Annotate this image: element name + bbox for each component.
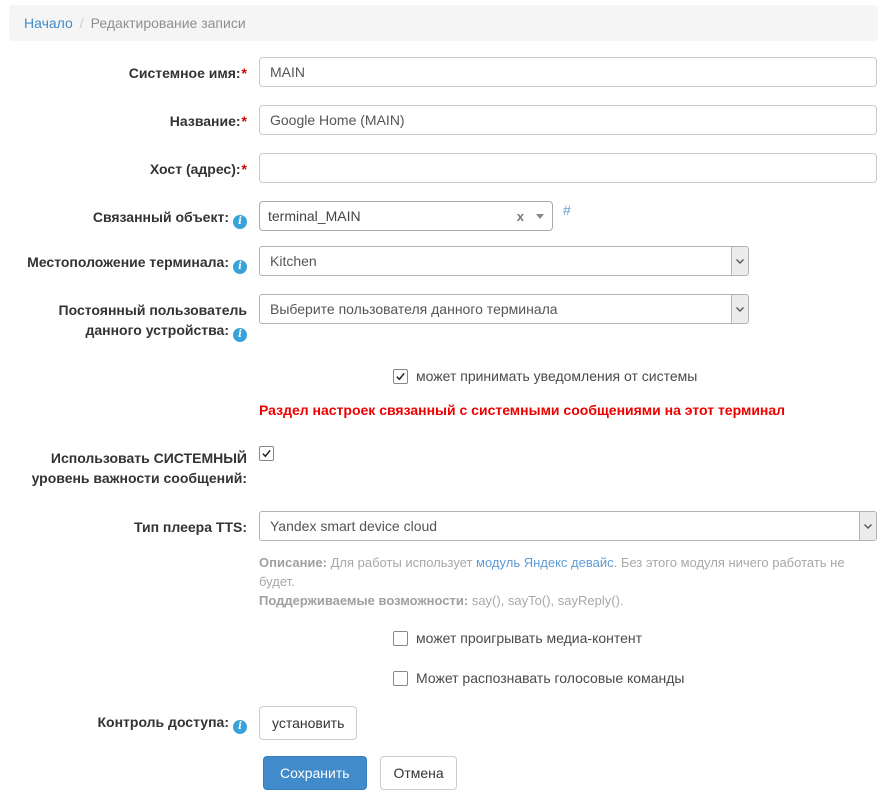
owner-select[interactable]: Выберите пользователя данного терминала [259, 294, 749, 324]
access-control-label: Контроль доступа:i [9, 706, 247, 734]
info-icon[interactable]: i [233, 215, 247, 229]
system-name-label: Системное имя:* [9, 57, 247, 83]
row-access-control: Контроль доступа:i установить [9, 706, 878, 740]
checkmark-icon [261, 448, 272, 459]
name-label: Название:* [9, 105, 247, 131]
row-actions: Сохранить Отмена [9, 756, 878, 790]
notifications-checkbox-label[interactable]: может принимать уведомления от системы [416, 368, 697, 384]
breadcrumb-separator: / [73, 15, 91, 31]
row-voice: Может распознавать голосовые команды [9, 670, 878, 686]
chevron-down-icon [731, 295, 748, 323]
owner-label: Постоянный пользователь данного устройст… [9, 294, 247, 342]
host-label: Хост (адрес):* [9, 153, 247, 179]
required-mark: * [242, 113, 247, 129]
row-host: Хост (адрес):* [9, 153, 878, 183]
chevron-down-icon [731, 247, 748, 275]
tts-player-value: Yandex smart device cloud [260, 512, 859, 540]
breadcrumb: Начало/Редактирование записи [9, 5, 878, 41]
save-button[interactable]: Сохранить [263, 756, 367, 790]
required-mark: * [242, 65, 247, 81]
row-system-level: Использовать СИСТЕМНЫЙ уровень важности … [9, 442, 878, 488]
breadcrumb-home-link[interactable]: Начало [24, 15, 73, 31]
row-tts-player: Тип плеера TTS: Yandex smart device clou… [9, 511, 878, 610]
edit-record-page: Начало/Редактирование записи Системное и… [0, 0, 887, 790]
breadcrumb-current: Редактирование записи [91, 15, 246, 31]
linked-object-select[interactable]: terminal_MAIN x [259, 201, 553, 231]
voice-checkbox-label[interactable]: Может распознавать голосовые команды [416, 670, 684, 686]
object-hash-link[interactable]: # [563, 202, 571, 218]
info-icon[interactable]: i [233, 328, 247, 342]
tts-description: Описание: Для работы использует модуль Я… [259, 553, 877, 610]
linked-object-label: Связанный объект:i [9, 201, 247, 229]
tts-player-label: Тип плеера TTS: [9, 511, 247, 537]
location-value: Kitchen [260, 247, 731, 275]
required-mark: * [242, 161, 247, 177]
row-owner: Постоянный пользователь данного устройст… [9, 294, 878, 342]
row-section-note: Раздел настроек связанный с системными с… [9, 402, 878, 418]
owner-value: Выберите пользователя данного терминала [260, 295, 731, 323]
tts-player-select[interactable]: Yandex smart device cloud [259, 511, 877, 541]
section-note: Раздел настроек связанный с системными с… [259, 402, 877, 418]
row-system-name: Системное имя:* [9, 57, 878, 87]
capabilities-title: Поддерживаемые возможности: [259, 593, 468, 608]
chevron-down-icon [859, 512, 876, 540]
clear-selection-icon[interactable]: x [517, 210, 524, 223]
info-icon[interactable]: i [233, 260, 247, 274]
location-label: Местоположение терминала:i [9, 246, 247, 274]
set-access-button[interactable]: установить [259, 706, 357, 740]
media-checkbox-label[interactable]: может проигрывать медиа-контент [416, 630, 642, 646]
system-name-input[interactable] [259, 57, 877, 87]
name-input[interactable] [259, 105, 877, 135]
caret-down-icon [536, 214, 544, 219]
cancel-button[interactable]: Отмена [380, 756, 456, 790]
host-input[interactable] [259, 153, 877, 183]
voice-checkbox[interactable] [393, 671, 408, 686]
row-media: может проигрывать медиа-контент [9, 630, 878, 646]
notifications-checkbox[interactable] [393, 369, 408, 384]
description-title: Описание: [259, 555, 327, 570]
row-name: Название:* [9, 105, 878, 135]
media-checkbox[interactable] [393, 631, 408, 646]
row-location: Местоположение терминала:i Kitchen [9, 246, 878, 276]
row-notifications: может принимать уведомления от системы [9, 368, 878, 384]
system-level-checkbox[interactable] [259, 446, 274, 461]
row-linked-object: Связанный объект:i terminal_MAIN x # [9, 201, 878, 231]
info-icon[interactable]: i [233, 720, 247, 734]
system-level-label: Использовать СИСТЕМНЫЙ уровень важности … [9, 442, 247, 488]
yandex-module-link[interactable]: модуль Яндекс девайс [476, 555, 614, 570]
location-select[interactable]: Kitchen [259, 246, 749, 276]
checkmark-icon [395, 371, 406, 382]
linked-object-value: terminal_MAIN [268, 208, 517, 224]
